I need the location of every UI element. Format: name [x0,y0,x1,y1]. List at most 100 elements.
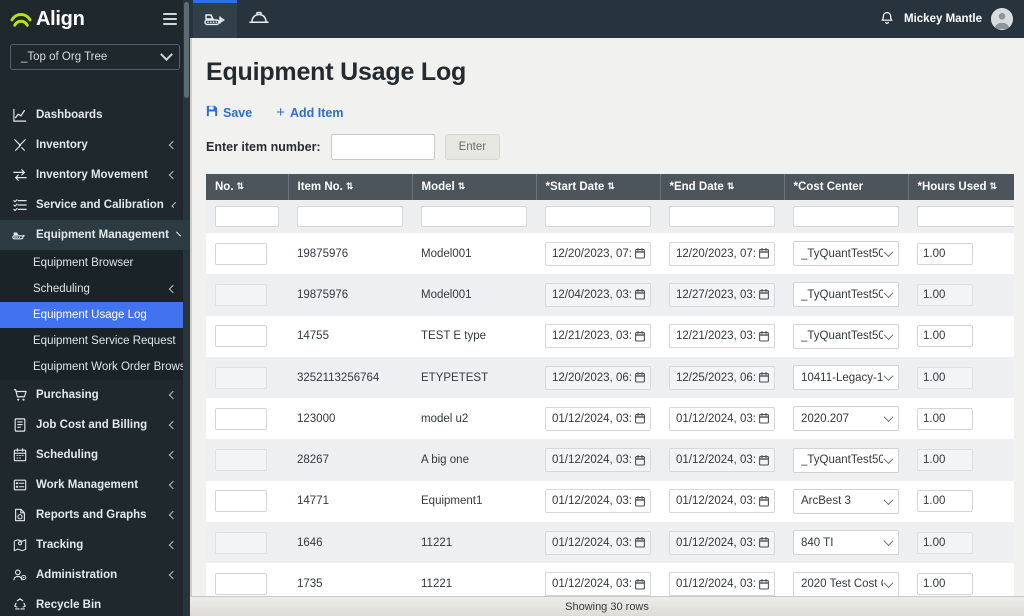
start-date-input[interactable]: 01/12/2024, 03: [545,572,651,597]
hours-used-input[interactable]: 1.00 [917,490,973,513]
end-date-input[interactable]: 12/20/2023, 07: [669,241,775,266]
row-number-input[interactable] [215,531,267,554]
hours-used-input[interactable]: 1.00 [917,449,973,472]
filter-input-start-date[interactable] [545,206,651,227]
start-date-input[interactable]: 12/20/2023, 06: [545,365,651,390]
end-date-input[interactable]: 12/27/2023, 03: [669,282,775,307]
end-date-input[interactable]: 01/12/2024, 03: [669,489,775,514]
table-row[interactable]: 123000 model u2 01/12/2024, 03: 01/12/2024,… [206,398,1014,440]
start-date-input[interactable]: 12/04/2023, 03: [545,282,651,307]
org-tree-selector[interactable]: _Top of Org Tree [10,44,180,70]
sidebar-item-equipment-service-request[interactable]: Equipment Service Request [0,328,190,354]
cost-center-select[interactable]: 840 TI [793,530,899,556]
hours-used-input[interactable]: 1.00 [917,325,973,348]
save-button[interactable]: Save [206,105,252,120]
sidebar-item-inventory[interactable]: Inventory [0,130,190,160]
hours-used-input[interactable]: 1.00 [917,283,973,306]
row-number-input[interactable] [215,242,267,265]
sidebar-item-equipment-usage-log[interactable]: Equipment Usage Log [0,302,190,328]
sidebar-scrollbar-thumb[interactable] [184,2,189,98]
column-header-model[interactable]: Model ⇅ [412,174,537,200]
cost-center-select[interactable]: _TyQuantTest50 [793,241,899,267]
table-row[interactable]: 19875976 Model001 12/04/2023, 03: 12/27/202… [206,274,1014,316]
sidebar-item-inventory-movement[interactable]: Inventory Movement [0,160,190,190]
cost-center-select[interactable]: _TyQuantTest50 [793,282,899,308]
sidebar-item-scheduling[interactable]: Scheduling [0,440,190,470]
end-date-input[interactable]: 01/12/2024, 03: [669,530,775,555]
row-number-input[interactable] [215,283,267,306]
filter-input-end-date[interactable] [669,206,775,227]
column-header-end-date[interactable]: *End Date ⇅ [660,174,785,200]
hamburger-icon[interactable] [163,13,177,25]
table-row[interactable]: 1646 11221 01/12/2024, 03: 01/12/2024, 03: 8… [206,522,1014,564]
start-date-input[interactable]: 01/12/2024, 03: [545,448,651,473]
avatar[interactable] [991,8,1013,30]
sidebar-item-equipment-browser[interactable]: Equipment Browser [0,250,190,276]
start-date-input[interactable]: 01/12/2024, 03: [545,530,651,555]
sidebar-item-equipment-management[interactable]: Equipment Management [0,220,190,250]
column-header-hours-used[interactable]: *Hours Used ⇅ [908,174,1014,200]
start-date-input[interactable]: 12/21/2023, 03: [545,324,651,349]
column-header-no[interactable]: No. ⇅ [206,174,289,200]
filter-input-no[interactable] [215,206,279,227]
column-header-item-no[interactable]: Item No. ⇅ [288,174,413,200]
table-row[interactable]: 28267 A big one 01/12/2024, 03: 01/12/2024,… [206,439,1014,481]
start-date-input[interactable]: 01/12/2024, 03: [545,406,651,431]
cell-no [206,316,288,357]
cost-center-select[interactable]: 2020.207 [793,406,899,432]
sidebar-item-administration[interactable]: Administration [0,560,190,590]
sidebar-item-recycle-bin[interactable]: Recycle Bin [0,590,190,616]
filter-input-hours-used[interactable] [917,206,1014,227]
hours-used-input[interactable]: 1.00 [917,407,973,430]
tab-equipment[interactable] [193,0,237,38]
hours-used-input[interactable]: 1.00 [917,573,973,596]
cost-center-select[interactable]: 10411-Legacy-1041 [793,365,899,391]
row-number-input[interactable] [215,366,267,389]
filter-input-item-no[interactable] [297,206,403,227]
cost-center-select[interactable]: _TyQuantTest50 [793,447,899,473]
filter-input-cost-center[interactable] [793,206,899,227]
bell-icon[interactable] [879,11,895,27]
hours-used-input[interactable]: 1.00 [917,531,973,554]
hours-used-input[interactable]: 1.00 [917,366,973,389]
sidebar-item-purchasing[interactable]: Purchasing [0,380,190,410]
start-date-input[interactable]: 01/12/2024, 03: [545,489,651,514]
sidebar-item-scheduling-sub[interactable]: Scheduling [0,276,190,302]
sidebar-item-dashboards[interactable]: Dashboards [0,100,190,130]
end-date-input[interactable]: 01/12/2024, 03: [669,448,775,473]
add-item-button[interactable]: + Add Item [276,105,343,120]
enter-button[interactable]: Enter [444,134,501,160]
row-number-input[interactable] [215,449,267,472]
sidebar-item-tracking[interactable]: Tracking [0,530,190,560]
end-date-input[interactable]: 01/12/2024, 03: [669,406,775,431]
add-item-label: Add Item [289,105,344,120]
sidebar-item-service-and-calibration[interactable]: Service and Calibration [0,190,190,220]
end-date-input[interactable]: 01/12/2024, 03: [669,572,775,597]
cost-center-select[interactable]: ArcBest 3 [793,488,899,514]
sidebar-header: Align [0,0,190,38]
row-number-input[interactable] [215,407,267,430]
sidebar-item-job-cost-and-billing[interactable]: Job Cost and Billing [0,410,190,440]
row-number-input[interactable] [215,325,267,348]
item-number-input[interactable] [330,134,435,160]
start-date-input[interactable]: 12/20/2023, 07: [545,241,651,266]
sidebar-item-reports-and-graphs[interactable]: Reports and Graphs [0,500,190,530]
end-date-input[interactable]: 12/21/2023, 03: [669,324,775,349]
end-date-input[interactable]: 12/25/2023, 06: [669,365,775,390]
hours-used-input[interactable]: 1.00 [917,242,973,265]
row-number-input[interactable] [215,490,267,513]
sidebar-item-equipment-work-order-browser[interactable]: Equipment Work Order Browser [0,354,190,380]
column-header-start-date[interactable]: *Start Date ⇅ [536,174,661,200]
row-number-input[interactable] [215,573,267,596]
cost-center-select[interactable]: _TyQuantTest50 [793,323,899,349]
column-header-cost-center[interactable]: *Cost Center [784,174,909,200]
sidebar-item-work-management[interactable]: Work Management [0,470,190,500]
table-row[interactable]: 19875976 Model001 12/20/2023, 07: 12/20/202… [206,233,1014,275]
brand-logo[interactable]: Align [10,9,85,29]
cost-center-select[interactable]: 2020 Test Cost Cent [793,571,899,597]
tab-safety[interactable] [237,0,281,38]
table-row[interactable]: 3252113256764 ETYPETEST 12/20/2023, 06: 12/… [206,356,1014,399]
filter-input-model[interactable] [421,206,527,227]
table-row[interactable]: 14771 Equipment1 01/12/2024, 03: 01/12/2024… [206,480,1014,523]
table-row[interactable]: 14755 TEST E type 12/21/2023, 03: 12/21/202… [206,315,1014,357]
